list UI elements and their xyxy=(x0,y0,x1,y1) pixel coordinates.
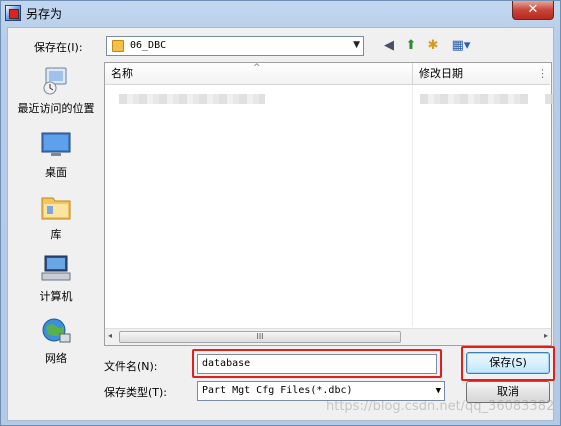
place-desktop[interactable]: 桌面 xyxy=(10,130,102,180)
filetype-dropdown[interactable]: Part Mgt Cfg Files(*.dbc) ▼ xyxy=(197,381,445,401)
app-icon xyxy=(5,5,21,21)
desktop-icon xyxy=(41,132,71,156)
column-header-date[interactable]: 修改日期 ⋮ xyxy=(412,63,550,85)
place-label: 桌面 xyxy=(45,166,67,179)
file-list[interactable]: 名称 ^ 修改日期 ⋮ ◂ III ▸ xyxy=(104,62,553,346)
scroll-grip: III xyxy=(256,332,264,341)
filetype-value: Part Mgt Cfg Files(*.dbc) xyxy=(202,385,353,396)
column-name-label: 名称 xyxy=(111,67,133,80)
highlight-box-filename xyxy=(192,349,442,378)
close-button[interactable]: ✕ xyxy=(512,1,554,20)
scroll-right-icon[interactable]: ▸ xyxy=(544,331,548,340)
title-bar[interactable]: 另存为 ✕ xyxy=(1,1,560,27)
save-in-value: 06_DBC xyxy=(130,40,167,51)
folder-icon xyxy=(112,40,124,52)
place-label: 网络 xyxy=(45,352,67,365)
recent-places-icon xyxy=(43,67,67,95)
column-date-label: 修改日期 xyxy=(419,67,463,80)
column-divider xyxy=(412,85,413,327)
up-folder-icon[interactable]: ⬆ xyxy=(402,37,420,55)
network-icon xyxy=(42,318,71,343)
highlight-box-save xyxy=(461,346,555,381)
new-folder-icon[interactable]: ✱ xyxy=(424,37,442,55)
back-icon[interactable]: ◀ xyxy=(380,37,398,55)
list-item-date xyxy=(420,94,528,104)
list-item[interactable] xyxy=(119,94,265,104)
window-title: 另存为 xyxy=(26,7,63,21)
sort-arrow-icon: ^ xyxy=(253,63,261,73)
places-bar: 最近访问的位置 桌面 库 计算机 网络 xyxy=(10,62,102,418)
chevron-down-icon: ▼ xyxy=(353,40,360,50)
horizontal-scrollbar[interactable]: ◂ III ▸ xyxy=(105,328,551,345)
chevron-down-icon: ▼ xyxy=(435,386,441,396)
scrollbar-thumb[interactable]: III xyxy=(119,331,401,343)
save-as-dialog: 另存为 ✕ 保存在(I): 06_DBC ▼ ◀ ⬆ ✱ ▦▾ 最近访问的位置 xyxy=(0,0,561,426)
libraries-icon xyxy=(41,197,71,220)
place-label: 库 xyxy=(50,228,62,241)
filename-label: 文件名(N): xyxy=(104,360,158,373)
place-network[interactable]: 网络 xyxy=(10,316,102,366)
save-in-label: 保存在(I): xyxy=(34,41,83,54)
place-label: 最近访问的位置 xyxy=(17,102,95,115)
watermark: https://blog.csdn.net/qq_36083382 xyxy=(326,399,555,414)
place-computer[interactable]: 计算机 xyxy=(10,254,102,304)
dialog-body: 保存在(I): 06_DBC ▼ ◀ ⬆ ✱ ▦▾ 最近访问的位置 桌面 库 计… xyxy=(7,27,555,421)
column-header-name[interactable]: 名称 ^ xyxy=(105,63,412,85)
place-label: 计算机 xyxy=(39,290,73,303)
list-item-extra xyxy=(545,94,553,104)
view-menu-icon[interactable]: ▦▾ xyxy=(448,37,474,55)
save-in-dropdown[interactable]: 06_DBC ▼ xyxy=(106,36,364,56)
computer-icon xyxy=(41,255,71,281)
scroll-left-icon[interactable]: ◂ xyxy=(108,331,112,340)
place-libraries[interactable]: 库 xyxy=(10,192,102,242)
filetype-label: 保存类型(T): xyxy=(104,386,168,399)
place-recent[interactable]: 最近访问的位置 xyxy=(10,66,102,116)
more-columns-icon: ⋮ xyxy=(537,67,548,80)
